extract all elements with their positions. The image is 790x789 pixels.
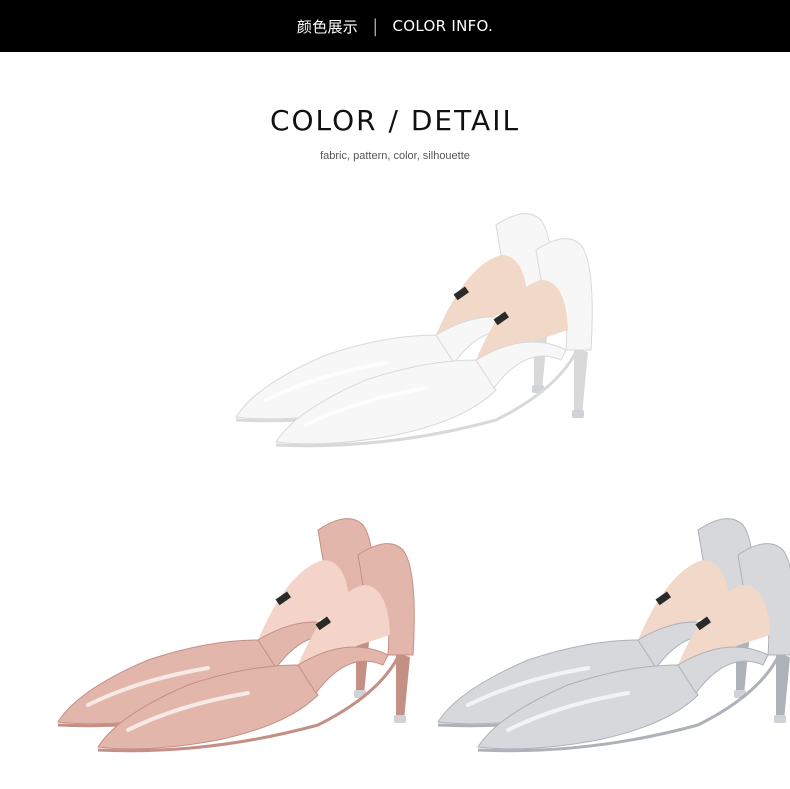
section-subtitle: fabric, pattern, color, silhouette xyxy=(320,150,470,162)
shoe-pair-grey-image xyxy=(398,500,790,765)
header-label-group: 颜色展示 | COLOR INFO. xyxy=(297,16,493,37)
shoe-pair-pink-image xyxy=(18,500,418,765)
header-separator: | xyxy=(372,15,379,37)
header-en-label: COLOR INFO. xyxy=(392,17,494,35)
section-title: COLOR / DETAIL xyxy=(269,104,521,137)
header-zh-label: 颜色展示 xyxy=(296,17,359,36)
shoe-pair-white-image xyxy=(196,195,596,460)
header-bar: 颜色展示 | COLOR INFO. xyxy=(0,0,790,52)
